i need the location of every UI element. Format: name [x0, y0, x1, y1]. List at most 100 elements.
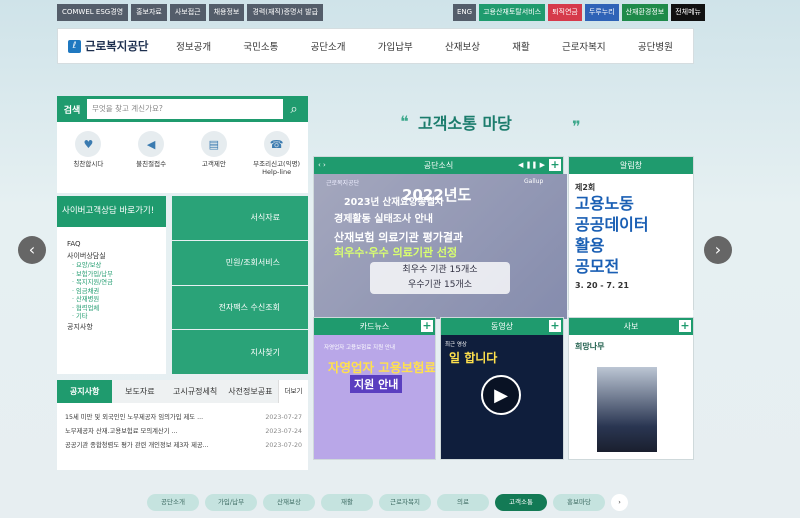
tab-notice[interactable]: 공지사항 [57, 380, 113, 403]
utility-link[interactable]: 경력(재직)증명서 발급 [247, 4, 324, 21]
quick-icons: ♥ 칭찬합시다 ◀ 불친절접수 ▤ 고객제안 ☎ 부조리신고(익명) Help-… [57, 122, 308, 193]
service-forms[interactable]: 서식자료 [172, 196, 308, 240]
prev-arrow-button[interactable]: ‹ [18, 236, 46, 264]
bulletin-poster[interactable]: 제2회 고용노동 공공데이터 활용 공모전 3. 20 - 7. 21 [569, 174, 693, 319]
cyber-counsel-item[interactable]: · 산재병원 [67, 296, 166, 305]
family-link[interactable]: 퇴직연금 [548, 4, 582, 21]
bottom-nav-item[interactable]: 고객소통 [495, 494, 547, 511]
menu-item[interactable]: 공단소개 [311, 39, 346, 53]
notice-row[interactable]: 공공기관 종합청렴도 평가 관련 개인정보 제3자 제공... 2023-07-2… [65, 439, 302, 453]
utility-link[interactable]: 사보접근 [169, 4, 206, 21]
news-line3: 산재보험 의료기관 평가결과 [334, 231, 464, 244]
news-pause-icon[interactable]: ◀ ❚❚ ▶ [518, 157, 545, 174]
cyber-counsel-item[interactable]: · 임금채권 [67, 288, 166, 297]
cyber-counsel-item[interactable]: · 복지지원/연금 [67, 279, 166, 288]
cyber-counsel-item[interactable]: · 기타 [67, 313, 166, 322]
video-more-icon[interactable]: + [549, 320, 561, 332]
quick-item-praise[interactable]: ♥ 칭찬합시다 [58, 131, 118, 193]
service-inquiry[interactable]: 민원/조회서비스 [172, 240, 308, 285]
poster-line1: 고용노동 [575, 194, 634, 213]
menu-item[interactable]: 국민소통 [243, 39, 278, 53]
family-link[interactable]: 두루누리 [584, 4, 619, 21]
cyber-counsel-title[interactable]: 사이버고객상담 바로가기! [57, 196, 166, 227]
service-branch[interactable]: 지사찾기 [172, 330, 308, 374]
notice-board: 공지사항 보도자료 고시규정세칙 사전정보공표 더보기 15세 미만 및 외국인… [57, 380, 308, 470]
logo-text: 근로복지공단 [85, 39, 149, 53]
search-icon[interactable]: ⌕ [283, 102, 305, 117]
headset-icon: ☎ [263, 131, 290, 157]
quick-item-unkind[interactable]: ◀ 불친절접수 [121, 131, 181, 193]
play-icon[interactable]: ▶ [481, 375, 521, 415]
magazine-title[interactable]: 사보 [624, 322, 639, 331]
cardnews-title[interactable]: 카드뉴스 [360, 322, 389, 331]
notice-row[interactable]: 노무제공자 산재.고용보험료 모의계산기 ... 2023-07-24 [65, 425, 302, 439]
video-title[interactable]: 동영상 [491, 322, 513, 331]
menu-item[interactable]: 근로자복지 [562, 39, 606, 53]
family-link[interactable]: 산재환경정보 [621, 4, 669, 21]
magazine-cover[interactable]: 희망나무 [569, 335, 693, 459]
logo[interactable]: ℓ 근로복지공단 [68, 38, 160, 54]
news-panel: ‹ › 공단소식 ◀ ❚❚ ▶ + 근로복지공단 Gallup 2023년 산재요양종… [313, 156, 567, 319]
service-links: 서식자료 민원/조회서비스 전자팩스 수신조회 지사찾기 [172, 196, 308, 374]
bulletin-title[interactable]: 알림창 [620, 161, 642, 170]
tab-regulations[interactable]: 고시규정세칙 [167, 380, 223, 403]
cyber-counsel-box: 사이버고객상담 바로가기! FAQ 사이버상담실 · 요양/보상 · 보험가입/납부 ·… [57, 196, 166, 374]
quote-open-icon: ❝ [400, 112, 409, 131]
bottom-nav-item[interactable]: 의료 [437, 494, 489, 511]
family-link[interactable]: ENG [453, 4, 477, 21]
bottom-nav-item[interactable]: 공단소개 [147, 494, 199, 511]
video-thumbnail[interactable]: 최근 영상 일 합니다 ▶ [441, 335, 563, 459]
cyber-counsel-item[interactable]: · 요양/보상 [67, 262, 166, 271]
menu-item[interactable]: 산재보상 [445, 39, 480, 53]
family-links: ENG 고용산재토탈서비스 퇴직연금 두루누리 산재환경정보 전체메뉴 [453, 4, 705, 21]
bottom-nav-item[interactable]: 가입/납부 [205, 494, 257, 511]
utility-link[interactable]: 채용정보 [208, 4, 245, 21]
utility-link[interactable]: COMWEL ESG경영 [57, 4, 129, 21]
quote-close-icon: ❞ [572, 117, 581, 136]
cyber-counsel-item[interactable]: FAQ [67, 239, 166, 251]
bottom-next-icon[interactable]: › [611, 494, 628, 511]
bottom-nav-item[interactable]: 근로자복지 [379, 494, 431, 511]
search-bar: 검색 무엇을 찾고 계신가요? ⌕ [57, 96, 308, 122]
news-result-2: 우수기관 15개소 [408, 280, 472, 290]
news-more-icon[interactable]: + [549, 159, 561, 171]
cyber-counsel-item[interactable]: · 보험가입/납부 [67, 271, 166, 280]
menu-item[interactable]: 공단병원 [638, 39, 673, 53]
heart-cup-icon: ♥ [75, 131, 102, 157]
utility-link[interactable]: 홍보자료 [131, 4, 167, 21]
video-caption: 최근 영상 [445, 342, 467, 348]
poster-line2: 공공데이터 [575, 215, 649, 234]
news-slide[interactable]: 근로복지공단 Gallup 2023년 산재요양종결자 2022년도 경제활동 … [314, 174, 567, 319]
menu-item[interactable]: 정보공개 [176, 39, 211, 53]
menu-item[interactable]: 가입납부 [378, 39, 413, 53]
quick-item-suggest[interactable]: ▤ 고객제안 [184, 131, 244, 193]
gallup-badge: Gallup [524, 178, 544, 185]
news-prev-icon[interactable]: ‹ › [318, 157, 326, 174]
tab-disclosure[interactable]: 사전정보공표 [222, 380, 278, 403]
bottom-nav-item[interactable]: 산재보상 [263, 494, 315, 511]
cyber-counsel-item[interactable]: 사이버상담실 [67, 251, 166, 263]
cardnews-subhead: 지원 안내 [350, 375, 403, 393]
menu-item[interactable]: 재활 [512, 39, 529, 53]
cyber-counsel-item[interactable]: 공지사항 [67, 322, 166, 334]
magazine-more-icon[interactable]: + [679, 320, 691, 332]
quick-item-helpline[interactable]: ☎ 부조리신고(익명) Help-line [247, 131, 307, 193]
bottom-nav-item[interactable]: 재활 [321, 494, 373, 511]
family-link[interactable]: 고용산재토탈서비스 [479, 4, 546, 21]
notice-row[interactable]: 15세 미만 및 외국인인 노무제공자 임의가입 제도 ... 2023-07-2… [65, 411, 302, 425]
tab-press[interactable]: 보도자료 [112, 380, 168, 403]
logo-mark-icon: ℓ [68, 39, 81, 53]
service-fax[interactable]: 전자팩스 수신조회 [172, 285, 308, 330]
bottom-nav-item[interactable]: 홍보마당 [553, 494, 605, 511]
cardnews-more-icon[interactable]: + [421, 320, 433, 332]
cyber-counsel-item[interactable]: · 협력업체 [67, 305, 166, 314]
search-input[interactable]: 무엇을 찾고 계신가요? [87, 99, 283, 119]
more-link[interactable]: 더보기 [278, 380, 308, 403]
notice-date: 2023-07-27 [265, 414, 302, 421]
cardnews-thumbnail[interactable]: 자영업자 고용보험료 지원 안내 자영업자 고용보험료 지원 안내 [314, 335, 435, 459]
next-arrow-button[interactable]: › [704, 236, 732, 264]
megaphone-icon: ◀ [138, 131, 165, 157]
family-link[interactable]: 전체메뉴 [671, 4, 705, 21]
news-result-1: 최우수 기관 15개소 [402, 265, 478, 275]
news-title[interactable]: 공단소식 [424, 161, 453, 170]
